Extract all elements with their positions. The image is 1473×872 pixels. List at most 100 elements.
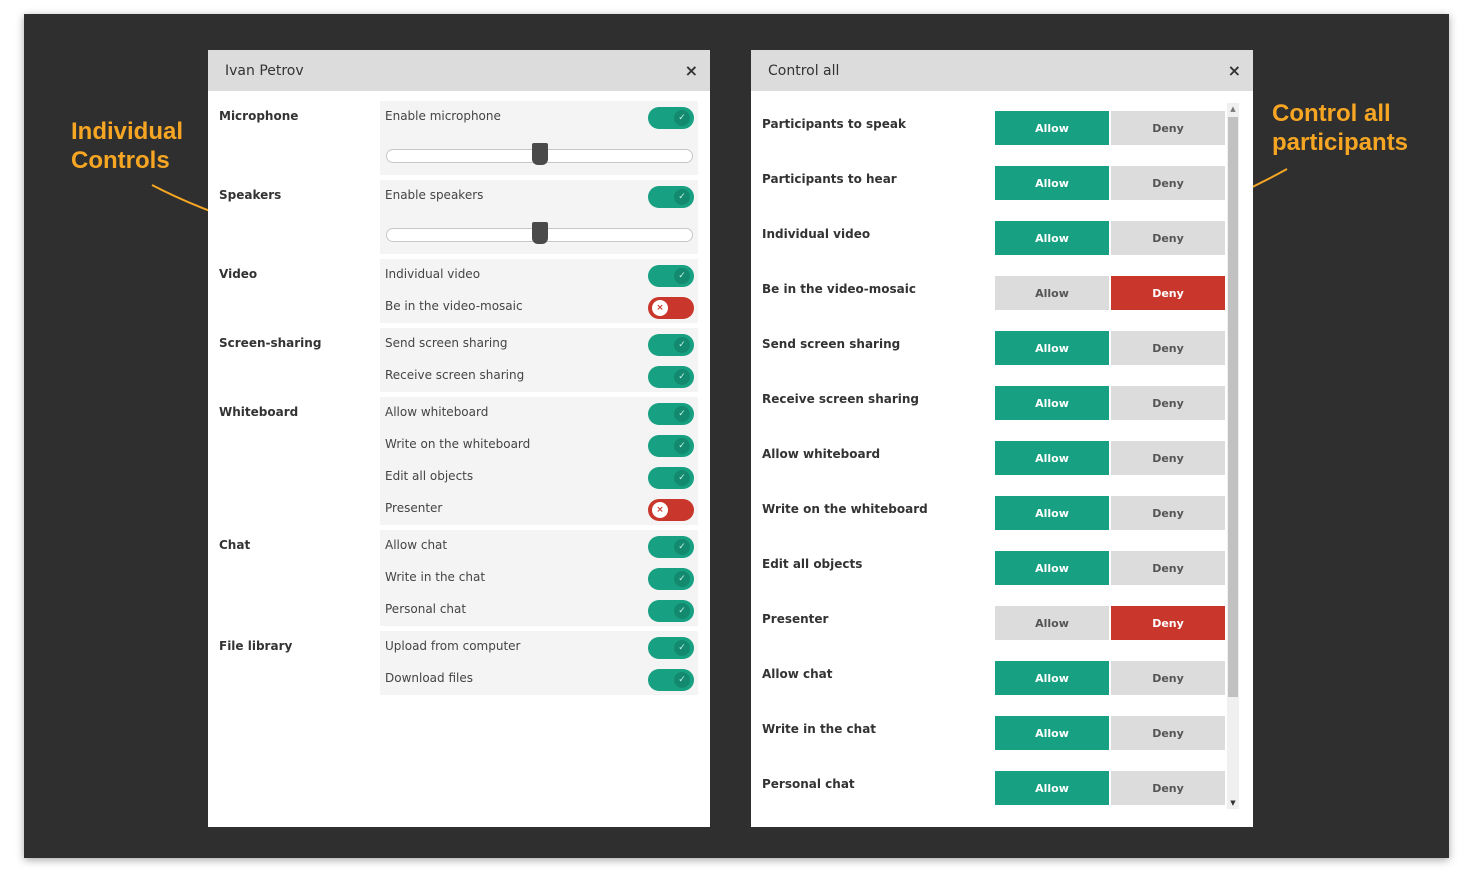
deny-button[interactable]: Deny [1111, 441, 1225, 475]
scroll-down-icon[interactable]: ▼ [1227, 797, 1239, 809]
deny-button[interactable]: Deny [1111, 166, 1225, 200]
control-all-label: Be in the video-mosaic [762, 282, 916, 296]
allow-button[interactable]: Allow [995, 441, 1109, 475]
allow-button[interactable]: Allow [995, 496, 1109, 530]
section-label: Video [219, 267, 258, 281]
setting-label: Receive screen sharing [385, 368, 525, 382]
check-icon: ✓ [674, 603, 690, 619]
setting-toggle[interactable]: ✓ [648, 467, 694, 489]
control-all-label: Receive screen sharing [762, 392, 920, 406]
x-icon: × [652, 300, 668, 316]
setting-toggle[interactable]: ✓ [648, 403, 694, 425]
deny-button[interactable]: Deny [1111, 496, 1225, 530]
section-label: Screen-sharing [219, 336, 322, 350]
panel-header: Ivan Petrov × [208, 50, 710, 91]
setting-toggle[interactable]: ✓ [648, 669, 694, 691]
deny-button[interactable]: Deny [1111, 771, 1225, 805]
deny-button[interactable]: Deny [1111, 221, 1225, 255]
setting-row: Write in the chat ✓ [380, 562, 698, 594]
setting-toggle[interactable]: × [648, 297, 694, 319]
setting-toggle[interactable]: ✓ [648, 435, 694, 457]
allow-button[interactable]: Allow [995, 661, 1109, 695]
setting-row: Enable microphone ✓ [380, 101, 698, 133]
allow-button[interactable]: Allow [995, 551, 1109, 585]
check-icon: ✓ [674, 539, 690, 555]
setting-label: Individual video [385, 267, 481, 281]
control-all-row: Individual video Allow Deny [751, 201, 1225, 256]
control-all-row: Send screen sharing Allow Deny [751, 311, 1225, 366]
setting-label: Send screen sharing [385, 336, 508, 350]
setting-label: Write in the chat [385, 570, 486, 584]
setting-label: Personal chat [385, 602, 467, 616]
deny-button[interactable]: Deny [1111, 331, 1225, 365]
control-all-list: Participants to speak Allow Deny Participan… [751, 91, 1225, 811]
setting-toggle[interactable]: ✓ [648, 568, 694, 590]
setting-toggle[interactable]: ✓ [648, 366, 694, 388]
deny-button[interactable]: Deny [1111, 111, 1225, 145]
control-all-row: Personal chat Allow Deny [751, 751, 1225, 806]
slider-thumb[interactable] [531, 222, 548, 244]
settings-group: Allow whiteboard ✓ Write on the whiteboard… [380, 397, 698, 525]
setting-label: Upload from computer [385, 639, 521, 653]
control-all-label: Individual video [762, 227, 871, 241]
setting-toggle[interactable]: × [648, 499, 694, 521]
deny-button[interactable]: Deny [1111, 606, 1225, 640]
allow-button[interactable]: Allow [995, 716, 1109, 750]
control-all-row: Allow whiteboard Allow Deny [751, 421, 1225, 476]
panel-title: Control all [768, 62, 840, 79]
setting-label: Allow chat [385, 538, 448, 552]
setting-toggle[interactable]: ✓ [648, 265, 694, 287]
check-icon: ✓ [674, 369, 690, 385]
volume-slider[interactable] [380, 212, 698, 254]
setting-label: Enable speakers [385, 188, 484, 202]
control-all-row: Edit all objects Allow Deny [751, 531, 1225, 586]
section-label: Microphone [219, 109, 299, 123]
control-all-panel: Control all × Participants to speak Allow… [751, 50, 1253, 827]
allow-button[interactable]: Allow [995, 276, 1109, 310]
allow-button[interactable]: Allow [995, 331, 1109, 365]
setting-row: Enable speakers ✓ [380, 180, 698, 212]
section-label: Whiteboard [219, 405, 299, 419]
settings-group: Upload from computer ✓ Download files ✓ [380, 631, 698, 695]
allow-button[interactable]: Allow [995, 771, 1109, 805]
close-icon[interactable]: × [1228, 62, 1241, 79]
setting-row: Individual video ✓ [380, 259, 698, 291]
check-icon: ✓ [674, 438, 690, 454]
allow-button[interactable]: Allow [995, 386, 1109, 420]
deny-button[interactable]: Deny [1111, 716, 1225, 750]
panel-header: Control all × [751, 50, 1253, 91]
allow-button[interactable]: Allow [995, 221, 1109, 255]
deny-button[interactable]: Deny [1111, 661, 1225, 695]
setting-row: Download files ✓ [380, 663, 698, 695]
scroll-up-icon[interactable]: ▲ [1227, 103, 1239, 115]
setting-toggle[interactable]: ✓ [648, 186, 694, 208]
setting-label: Enable microphone [385, 109, 501, 123]
setting-row: Send screen sharing ✓ [380, 328, 698, 360]
allow-button[interactable]: Allow [995, 111, 1109, 145]
control-all-row: Presenter Allow Deny [751, 586, 1225, 641]
setting-row: Receive screen sharing ✓ [380, 360, 698, 392]
settings-group: Enable microphone ✓ [380, 101, 698, 175]
setting-label: Presenter [385, 501, 443, 515]
close-icon[interactable]: × [685, 62, 698, 79]
panel-title: Ivan Petrov [225, 62, 304, 79]
scrollbar[interactable]: ▲ ▼ [1227, 103, 1239, 809]
deny-button[interactable]: Deny [1111, 386, 1225, 420]
control-all-row: Receive screen sharing Allow Deny [751, 366, 1225, 421]
slider-thumb[interactable] [531, 143, 548, 165]
annotation-control-all: Control all participants [1272, 99, 1408, 157]
volume-slider[interactable] [380, 133, 698, 175]
control-all-label: Edit all objects [762, 557, 863, 571]
allow-button[interactable]: Allow [995, 166, 1109, 200]
scroll-thumb[interactable] [1228, 117, 1238, 697]
deny-button[interactable]: Deny [1111, 551, 1225, 585]
setting-toggle[interactable]: ✓ [648, 637, 694, 659]
deny-button[interactable]: Deny [1111, 276, 1225, 310]
check-icon: ✓ [674, 571, 690, 587]
setting-toggle[interactable]: ✓ [648, 334, 694, 356]
setting-label: Edit all objects [385, 469, 474, 483]
setting-toggle[interactable]: ✓ [648, 536, 694, 558]
setting-toggle[interactable]: ✓ [648, 600, 694, 622]
setting-toggle[interactable]: ✓ [648, 107, 694, 129]
allow-button[interactable]: Allow [995, 606, 1109, 640]
